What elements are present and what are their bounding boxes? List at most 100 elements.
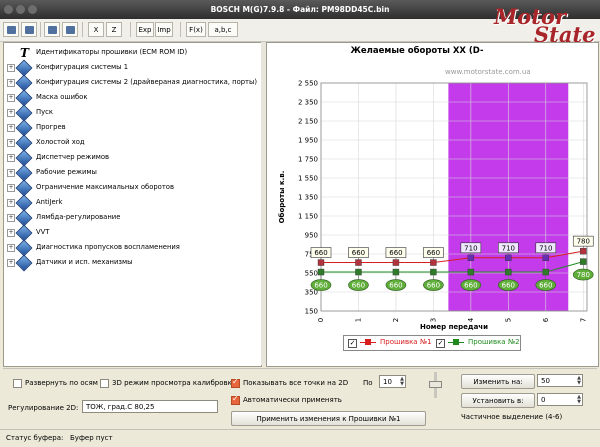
- expand-icon[interactable]: +: [7, 79, 15, 87]
- data-label: 780: [577, 238, 590, 246]
- change-to-input[interactable]: 50 ▲ ▼: [537, 374, 583, 387]
- change-to-button[interactable]: Изменить на:: [461, 374, 535, 389]
- y-tick-label: 1 750: [298, 156, 318, 164]
- expand-icon[interactable]: +: [7, 214, 15, 222]
- tree-item[interactable]: + Прогрев: [4, 119, 259, 137]
- y-tick-label: 1 950: [298, 137, 318, 145]
- tree-item[interactable]: + Рабочие режимы: [4, 164, 259, 182]
- z-button[interactable]: Z: [106, 22, 122, 37]
- data-point[interactable]: [355, 259, 362, 266]
- tree-item-label: Холостой ход: [36, 138, 85, 146]
- data-point[interactable]: [542, 254, 549, 262]
- tree-item[interactable]: + Ограничение максимальных оборотов: [4, 179, 259, 197]
- tree-item[interactable]: + Диспетчер режимов: [4, 149, 259, 167]
- tree-item[interactable]: + Конфигурация системы 2 (драйвераная диа…: [4, 74, 259, 92]
- tree-item-label: Диспетчер режимов: [36, 153, 110, 161]
- tree-item-label: Маска ошибок: [36, 93, 88, 101]
- tree-item-label: Идентификаторы прошивки (ECM ROM ID): [36, 48, 188, 56]
- tree-item[interactable]: + Пуск: [4, 104, 259, 122]
- tree-item[interactable]: + Датчики и исп. механизмы: [4, 254, 259, 272]
- x-button[interactable]: X: [88, 22, 104, 37]
- data-label: 660: [389, 282, 402, 290]
- abc-dropdown[interactable]: a,b,c: [208, 22, 238, 37]
- save-icon[interactable]: [3, 22, 19, 37]
- legend-item[interactable]: ✓ Прошивка №2: [436, 338, 522, 348]
- data-point[interactable]: [430, 268, 437, 276]
- data-point[interactable]: [392, 259, 400, 266]
- set-to-button[interactable]: Установить в:: [461, 393, 535, 408]
- data-point[interactable]: [317, 268, 325, 276]
- data-point[interactable]: [392, 268, 400, 276]
- po-value: 10: [383, 378, 392, 386]
- data-point[interactable]: [505, 254, 512, 262]
- tree-item[interactable]: + VVT: [4, 224, 259, 242]
- chart-svg[interactable]: 1503505507509501 1501 3501 5501 7501 950…: [267, 43, 598, 333]
- expand-icon[interactable]: +: [7, 259, 15, 267]
- data-label: 660: [427, 282, 440, 290]
- show-all-2d-label: Показывать все точки на 2D: [243, 379, 349, 387]
- data-label: 710: [502, 244, 515, 252]
- show-all-2d-checkbox[interactable]: [231, 377, 240, 388]
- apply-changes-button[interactable]: Применить изменения к Прошивки №1: [231, 411, 426, 426]
- y-tick-label: 2 550: [298, 80, 318, 88]
- copy-icon[interactable]: [44, 22, 60, 37]
- expand-icon[interactable]: +: [7, 184, 15, 192]
- export-button[interactable]: Exp: [136, 22, 154, 37]
- legend-checkbox[interactable]: ✓: [348, 339, 357, 348]
- tree-item[interactable]: + Конфигурация системы 1: [4, 59, 259, 77]
- expand-icon[interactable]: +: [7, 124, 15, 132]
- expand-icon[interactable]: +: [7, 244, 15, 252]
- expand-icon[interactable]: +: [7, 199, 15, 207]
- function-button[interactable]: F(x): [186, 22, 206, 37]
- x-tick-label: 1: [354, 318, 362, 322]
- view-3d-checkbox[interactable]: [100, 379, 109, 388]
- tree-item-label: Ограничение максимальных оборотов: [36, 183, 174, 191]
- spin-arrows-icon: ▲ ▼: [577, 394, 581, 405]
- tree-item[interactable]: T Идентификаторы прошивки (ECM ROM ID): [4, 45, 259, 61]
- open-folder-icon[interactable]: [21, 22, 37, 37]
- data-point[interactable]: [430, 259, 437, 266]
- legend-item[interactable]: ✓ Прошивка №1: [348, 338, 434, 348]
- paste-icon[interactable]: [62, 22, 78, 37]
- auto-apply-label: Автоматически применять: [243, 396, 342, 404]
- data-point[interactable]: [505, 268, 512, 276]
- reg2d-select[interactable]: ТОЖ, град.С 80,25: [82, 400, 218, 413]
- tree-item[interactable]: + Лямбда-регулирование: [4, 209, 259, 227]
- minimize-window-button[interactable]: [16, 5, 25, 14]
- data-point[interactable]: [580, 247, 587, 255]
- tree-item[interactable]: + Диагностика пропусков воспламенения: [4, 239, 259, 257]
- tree-item[interactable]: + AntiJerk: [4, 194, 259, 212]
- data-point[interactable]: [317, 259, 325, 266]
- po-stepper[interactable]: 10 ▲ ▼: [379, 375, 406, 388]
- x-tick-label: 5: [504, 318, 512, 322]
- expand-icon[interactable]: +: [7, 169, 15, 177]
- auto-apply-checkbox[interactable]: [231, 394, 240, 405]
- tree-item-label: AntiJerk: [36, 198, 63, 206]
- maximize-window-button[interactable]: [28, 5, 37, 14]
- data-label: 780: [577, 271, 590, 279]
- expand-icon[interactable]: +: [7, 229, 15, 237]
- data-point[interactable]: [580, 258, 587, 265]
- data-label: 660: [314, 249, 327, 257]
- data-point[interactable]: [355, 268, 362, 276]
- data-point[interactable]: [467, 254, 475, 262]
- data-point[interactable]: [467, 268, 475, 276]
- expand-axes-checkbox[interactable]: [13, 379, 22, 388]
- set-to-input[interactable]: 0 ▲ ▼: [537, 393, 583, 406]
- y-tick-label: 150: [305, 308, 318, 316]
- import-button[interactable]: Imp: [155, 22, 173, 37]
- data-point[interactable]: [542, 268, 549, 276]
- vertical-slider-thumb[interactable]: [429, 381, 442, 388]
- tree-item[interactable]: + Маска ошибок: [4, 89, 259, 107]
- expand-icon[interactable]: +: [7, 109, 15, 117]
- expand-icon[interactable]: +: [7, 154, 15, 162]
- chart-legend: ✓ Прошивка №1 ✓ Прошивка №2: [343, 335, 521, 351]
- legend-checkbox[interactable]: ✓: [436, 339, 445, 348]
- close-window-button[interactable]: [4, 5, 13, 14]
- expand-icon[interactable]: +: [7, 139, 15, 147]
- expand-icon[interactable]: +: [7, 64, 15, 72]
- tree-item[interactable]: + Холостой ход: [4, 134, 259, 152]
- expand-icon[interactable]: +: [7, 94, 15, 102]
- y-tick-label: 950: [305, 232, 318, 240]
- window-title: BOSCH M(G)7.9.8 - Файл: PM98DD45C.bin: [210, 5, 390, 14]
